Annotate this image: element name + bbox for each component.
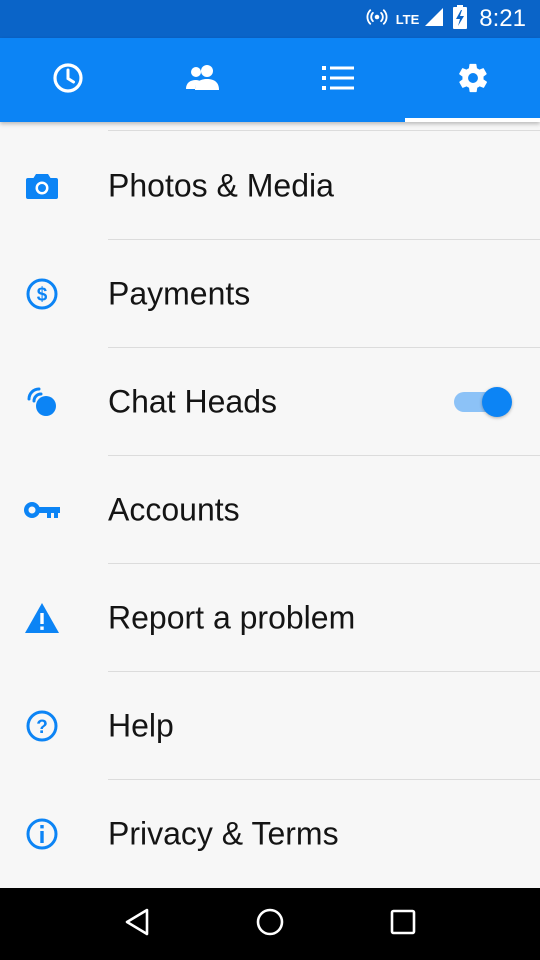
svg-text:$: $ xyxy=(37,285,48,306)
home-icon xyxy=(255,907,285,942)
battery-charging-icon xyxy=(453,4,468,34)
tab-settings[interactable] xyxy=(405,38,540,122)
settings-list: Photos & Media $ Payments Chat Heads Acc… xyxy=(0,122,540,888)
back-button[interactable] xyxy=(107,894,167,954)
settings-item-chat-heads[interactable]: Chat Heads xyxy=(0,348,540,456)
chat-heads-icon xyxy=(24,384,60,420)
info-icon xyxy=(24,816,60,852)
recents-button[interactable] xyxy=(373,894,433,954)
settings-item-label: Chat Heads xyxy=(108,383,277,420)
navigation-bar xyxy=(0,888,540,960)
gear-icon xyxy=(456,61,490,100)
camera-icon xyxy=(24,168,60,204)
network-type: LTE xyxy=(395,11,420,27)
people-icon xyxy=(185,64,221,97)
help-icon: ? xyxy=(24,708,60,744)
settings-item-label: Photos & Media xyxy=(108,167,334,204)
recents-icon xyxy=(390,909,416,940)
tab-recent[interactable] xyxy=(0,38,135,122)
toggle-thumb xyxy=(482,387,512,417)
settings-item-privacy-terms[interactable]: Privacy & Terms xyxy=(0,780,540,888)
chat-heads-toggle[interactable] xyxy=(452,384,514,420)
dollar-icon: $ xyxy=(24,276,60,312)
settings-item-photos-media[interactable]: Photos & Media xyxy=(0,132,540,240)
settings-item-payments[interactable]: $ Payments xyxy=(0,240,540,348)
hotspot-icon xyxy=(366,6,388,33)
warning-icon xyxy=(24,600,60,636)
status-bar: LTE 8:21 xyxy=(0,0,540,38)
key-icon xyxy=(24,492,60,528)
settings-item-help[interactable]: ? Help xyxy=(0,672,540,780)
tab-bar xyxy=(0,38,540,122)
settings-item-label: Payments xyxy=(108,275,251,312)
settings-item-report-problem[interactable]: Report a problem xyxy=(0,564,540,672)
settings-item-label: Help xyxy=(108,707,174,744)
list-icon xyxy=(321,65,354,96)
tab-people[interactable] xyxy=(135,38,270,122)
signal-icon xyxy=(423,6,445,33)
divider xyxy=(108,130,540,131)
settings-item-accounts[interactable]: Accounts xyxy=(0,456,540,564)
settings-item-label: Report a problem xyxy=(108,599,356,636)
home-button[interactable] xyxy=(240,894,300,954)
settings-item-label: Accounts xyxy=(108,491,240,528)
settings-item-label: Privacy & Terms xyxy=(108,815,339,852)
svg-text:?: ? xyxy=(36,717,48,738)
back-icon xyxy=(123,907,151,942)
tab-groups[interactable] xyxy=(270,38,405,122)
clock-time: 8:21 xyxy=(479,5,526,32)
clock-icon xyxy=(51,61,85,100)
